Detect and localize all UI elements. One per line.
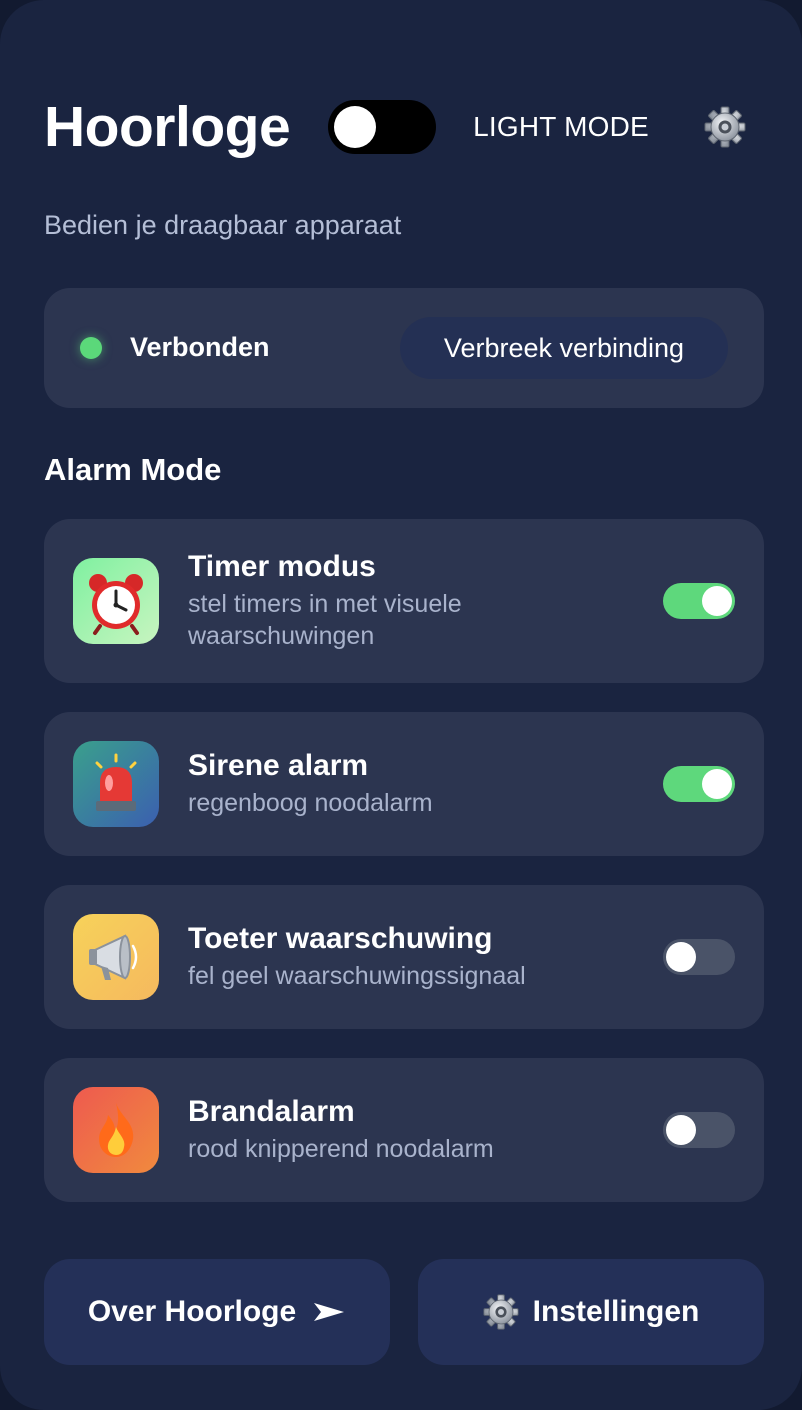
alarm-card-fire[interactable]: Brandalarm rood knipperend noodalarm <box>44 1058 764 1202</box>
disconnect-button[interactable]: Verbreek verbinding <box>400 317 728 379</box>
toggle-knob <box>702 769 732 799</box>
alarm-name: Timer modus <box>188 550 376 583</box>
theme-toggle-knob <box>334 106 377 148</box>
megaphone-icon <box>73 914 159 1000</box>
toggle-knob <box>666 942 696 972</box>
status-dot <box>80 337 102 359</box>
alarm-card-horn[interactable]: Toeter waarschuwing fel geel waarschuwin… <box>44 885 764 1029</box>
toggle-knob <box>702 586 732 616</box>
alarm-text: Timer modus stel timers in met visuele w… <box>188 549 608 652</box>
header: Hoorloge LIGHT MODE <box>44 92 758 162</box>
toggle-knob <box>666 1115 696 1145</box>
siren-icon <box>73 741 159 827</box>
horn-toggle[interactable] <box>663 939 735 975</box>
siren-toggle[interactable] <box>663 766 735 802</box>
alarm-card-timer[interactable]: Timer modus stel timers in met visuele w… <box>44 519 764 683</box>
about-label: Over Hoorloge <box>87 1295 297 1328</box>
settings-button[interactable]: Instellingen <box>418 1259 764 1365</box>
alarm-clock-icon <box>73 558 159 644</box>
app-title: Hoorloge <box>44 95 291 159</box>
gear-icon <box>483 1294 519 1330</box>
app-window: Hoorloge LIGHT MODE Bedien je draagbaar … <box>0 0 802 1410</box>
alarm-description: stel timers in met visuele waarschuwinge… <box>188 590 462 650</box>
alarm-name: Toeter waarschuwing <box>188 922 493 955</box>
about-button[interactable]: Over Hoorloge <box>44 1259 390 1365</box>
alarm-name: Sirene alarm <box>188 749 369 782</box>
timer-toggle[interactable] <box>663 583 735 619</box>
alarm-text: Toeter waarschuwing fel geel waarschuwin… <box>188 921 608 992</box>
mode-label: LIGHT MODE <box>473 111 649 142</box>
alarm-description: fel geel waarschuwingssignaal <box>188 962 526 990</box>
section-title: Alarm Mode <box>44 452 222 487</box>
fire-toggle[interactable] <box>663 1112 735 1148</box>
connection-card: Verbonden Verbreek verbinding <box>44 288 764 408</box>
alarm-text: Sirene alarm regenboog noodalarm <box>188 748 608 819</box>
connection-status: Verbonden <box>130 332 270 362</box>
theme-toggle[interactable] <box>328 100 437 154</box>
arrow-right-icon <box>312 1300 346 1324</box>
alarm-text: Brandalarm rood knipperend noodalarm <box>188 1094 608 1165</box>
alarm-description: regenboog noodalarm <box>188 789 433 817</box>
fire-icon <box>73 1087 159 1173</box>
subtitle: Bedien je draagbaar apparaat <box>44 210 402 240</box>
alarm-name: Brandalarm <box>188 1095 355 1128</box>
alarm-card-siren[interactable]: Sirene alarm regenboog noodalarm <box>44 712 764 856</box>
settings-label: Instellingen <box>532 1295 700 1328</box>
alarm-description: rood knipperend noodalarm <box>188 1135 494 1163</box>
gear-icon[interactable] <box>704 106 746 148</box>
